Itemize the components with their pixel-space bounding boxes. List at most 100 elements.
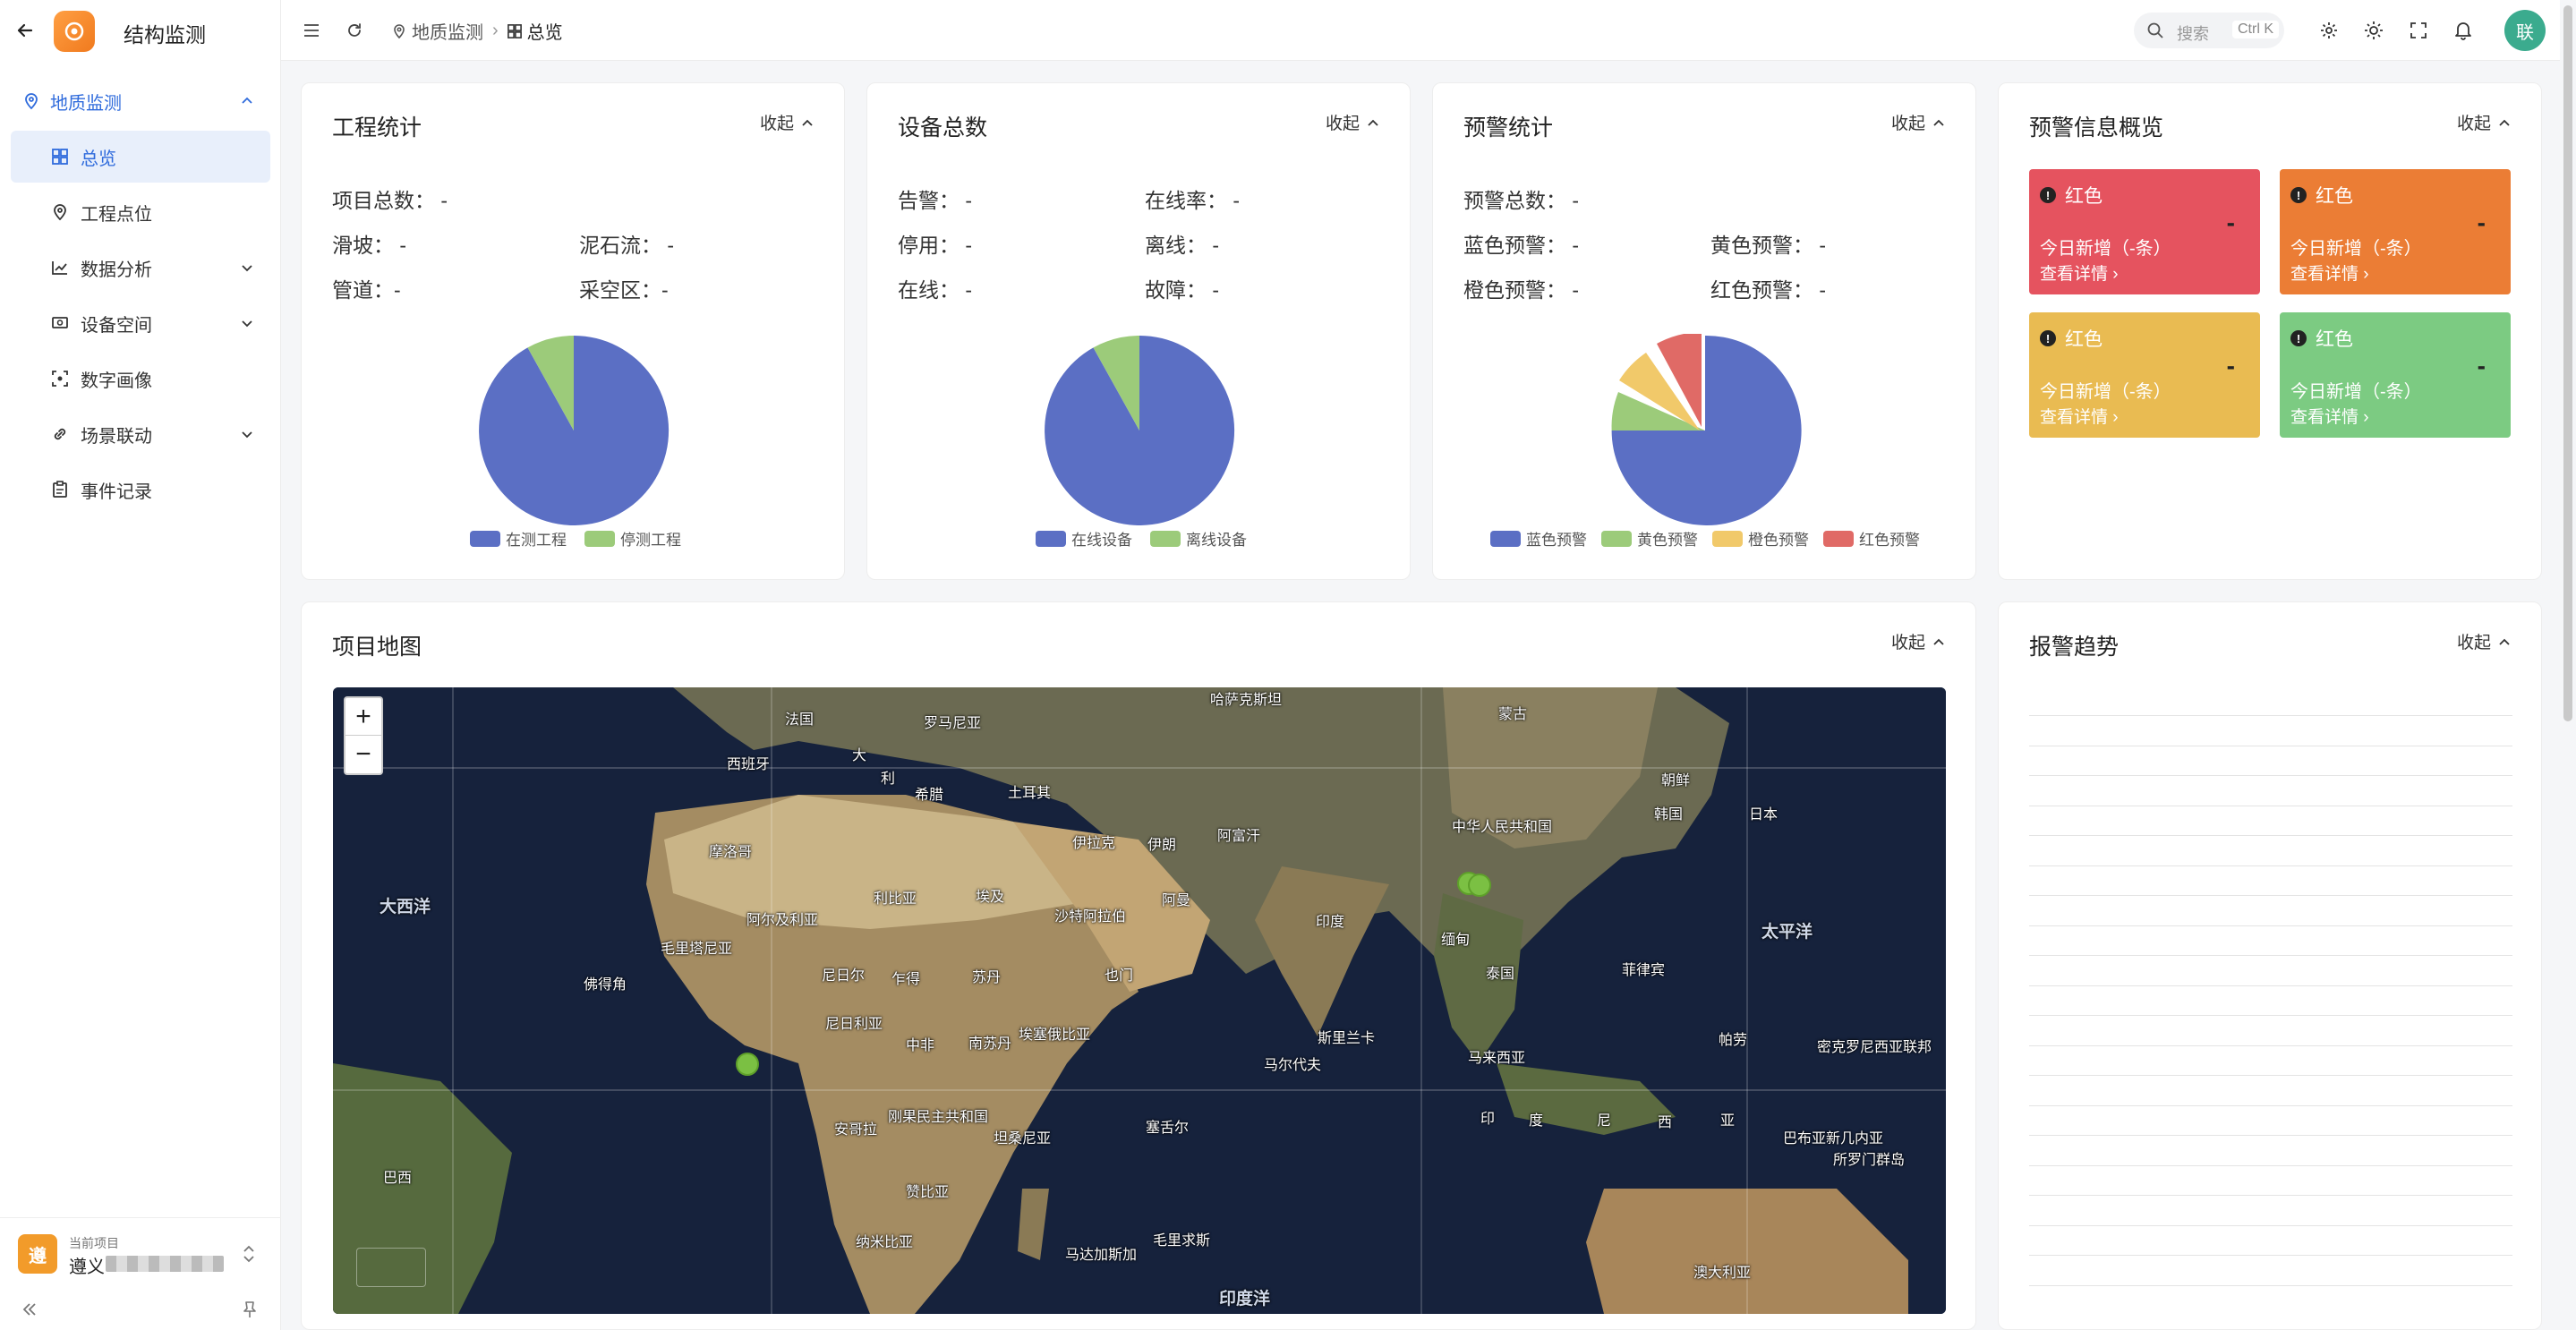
back-arrow-icon[interactable] xyxy=(13,18,38,43)
map-label: 日本 xyxy=(1749,807,1778,823)
view-details-link[interactable]: 查看详情 › xyxy=(2040,404,2119,428)
tile-header: ! 红色 xyxy=(2040,325,2103,352)
map-label: 中非 xyxy=(906,1038,935,1053)
line-chart-icon xyxy=(50,258,70,277)
sidebar-item-overview[interactable]: 总览 xyxy=(11,131,270,183)
refresh-icon[interactable] xyxy=(344,20,365,41)
map-label: 马尔代夫 xyxy=(1264,1058,1322,1073)
legend-item[interactable]: 红色预警 xyxy=(1823,527,1920,550)
tile-count: - xyxy=(2477,352,2486,379)
sidebar-item-data-analysis[interactable]: 数据分析 xyxy=(11,242,270,294)
collapse-button[interactable]: 收起 xyxy=(760,110,814,134)
trend-grid-line xyxy=(2029,1164,2512,1166)
map-label: 安哥拉 xyxy=(834,1122,878,1138)
sidebar-item-digital-portrait[interactable]: 数字画像 xyxy=(11,353,270,405)
legend-swatch xyxy=(470,530,500,547)
collapse-button[interactable]: 收起 xyxy=(1326,110,1379,134)
map-label: 南苏丹 xyxy=(968,1036,1012,1052)
legend-item[interactable]: 在线设备 xyxy=(1036,527,1132,550)
map-label: 蒙古 xyxy=(1498,707,1528,722)
legend-item[interactable]: 停测工程 xyxy=(584,527,681,550)
chevron-up-down-icon xyxy=(243,1245,254,1263)
legend-item[interactable]: 黄色预警 xyxy=(1601,527,1698,550)
legend-label: 蓝色预警 xyxy=(1526,532,1587,549)
map-label: 巴西 xyxy=(383,1171,413,1186)
legend-label: 在线设备 xyxy=(1071,532,1132,549)
legend-item[interactable]: 橙色预警 xyxy=(1712,527,1809,550)
collapse-button[interactable]: 收起 xyxy=(2457,110,2511,134)
project-map[interactable]: + − 法国 罗马尼亚 哈萨克斯坦 蒙古 西班牙 大 利 希腊 土耳其 伊拉克 … xyxy=(333,687,1946,1314)
stat-goaf: 采空区：- xyxy=(579,278,669,302)
legend-swatch xyxy=(584,530,615,547)
chevron-up-icon xyxy=(1933,119,1944,126)
scrollbar-thumb[interactable] xyxy=(2563,5,2572,721)
sidebar-item-scene-linkage[interactable]: 场景联动 xyxy=(11,408,270,460)
card-title: 设备总数 xyxy=(898,115,988,141)
tile-level: 红色 xyxy=(2316,329,2353,350)
trend-grid-line xyxy=(2029,1284,2512,1286)
sidebar-header: 结构监测 xyxy=(0,0,281,61)
pin-icon[interactable] xyxy=(240,1300,260,1319)
project-marker[interactable] xyxy=(1468,874,1491,897)
search-box[interactable]: 搜索 Ctrl K xyxy=(2134,13,2284,48)
map-pin-icon xyxy=(50,202,70,222)
legend-label: 红色预警 xyxy=(1859,532,1920,549)
view-details-link[interactable]: 查看详情 › xyxy=(2290,260,2369,285)
dashboard-icon xyxy=(507,23,522,38)
card-title: 预警统计 xyxy=(1463,115,1554,141)
project-marker[interactable] xyxy=(736,1053,759,1076)
zoom-out-button[interactable]: − xyxy=(345,736,381,773)
current-project-switcher[interactable]: 遵 当前项目 遵义 xyxy=(0,1217,281,1289)
sidebar-item-device-space[interactable]: 设备空间 xyxy=(11,297,270,349)
tile-new-today: 今日新增（-条） xyxy=(2040,239,2171,259)
top-header: 地质监测 › 总览 搜索 Ctrl K 联 xyxy=(281,0,2576,61)
trend-grid-line xyxy=(2029,1224,2512,1226)
project-name: 遵义 xyxy=(69,1258,105,1277)
menu-toggle-icon[interactable] xyxy=(301,20,322,41)
theme-sun-icon[interactable] xyxy=(2363,20,2384,41)
map-label: 印度 xyxy=(1316,915,1345,930)
stat-online: 在线： - xyxy=(898,278,973,302)
collapse-label: 收起 xyxy=(2456,634,2491,652)
tile-count: - xyxy=(2226,209,2235,236)
settings-gear-icon[interactable] xyxy=(2318,20,2340,41)
collapse-sidebar-icon[interactable] xyxy=(20,1300,39,1319)
collapse-button[interactable]: 收起 xyxy=(1891,629,1945,653)
legend-swatch xyxy=(1150,530,1181,547)
trend-grid-line xyxy=(2029,1135,2512,1136)
fullscreen-icon[interactable] xyxy=(2408,20,2429,41)
scan-icon xyxy=(50,369,70,388)
user-avatar[interactable]: 联 xyxy=(2504,10,2546,51)
legend-item[interactable]: 蓝色预警 xyxy=(1490,527,1587,550)
tile-count: - xyxy=(2226,352,2235,379)
legend-label: 离线设备 xyxy=(1186,532,1247,549)
breadcrumb-item[interactable]: 地质监测 xyxy=(392,18,483,44)
zoom-in-button[interactable]: + xyxy=(345,698,381,736)
view-details-link[interactable]: 查看详情 › xyxy=(2040,260,2119,285)
sidebar: 结构监测 地质监测 总览 工程点位 数据分析 设备空间 数字画像 场景联动 事件… xyxy=(0,0,281,1330)
sidebar-group-geo-monitoring[interactable]: 地质监测 xyxy=(11,75,270,127)
collapse-button[interactable]: 收起 xyxy=(1891,110,1945,134)
breadcrumb-label: 总览 xyxy=(526,23,563,43)
collapse-button[interactable]: 收起 xyxy=(2457,629,2511,653)
engineering-pie-chart xyxy=(479,335,670,525)
trend-grid-line xyxy=(2029,925,2512,926)
map-label: 利比亚 xyxy=(874,891,917,907)
stat-landslide: 滑坡： - xyxy=(332,234,407,257)
sidebar-item-project-points[interactable]: 工程点位 xyxy=(11,186,270,238)
chevron-down-icon xyxy=(242,431,252,439)
notification-bell-icon[interactable] xyxy=(2452,20,2474,41)
map-label: 度 xyxy=(1529,1113,1544,1129)
map-label: 缅甸 xyxy=(1441,933,1471,948)
sidebar-item-event-log[interactable]: 事件记录 xyxy=(11,464,270,516)
map-label: 赞比亚 xyxy=(906,1185,950,1200)
trend-grid-line xyxy=(2029,1015,2512,1016)
page-scrollbar[interactable] xyxy=(2560,0,2576,1330)
trend-grid-line xyxy=(2029,1255,2512,1256)
legend-item[interactable]: 在测工程 xyxy=(470,527,567,550)
view-details-link[interactable]: 查看详情 › xyxy=(2290,404,2369,428)
map-label: 法国 xyxy=(785,712,815,728)
project-avatar: 遵 xyxy=(18,1234,57,1274)
chevron-up-icon xyxy=(1933,638,1944,645)
legend-item[interactable]: 离线设备 xyxy=(1150,527,1247,550)
